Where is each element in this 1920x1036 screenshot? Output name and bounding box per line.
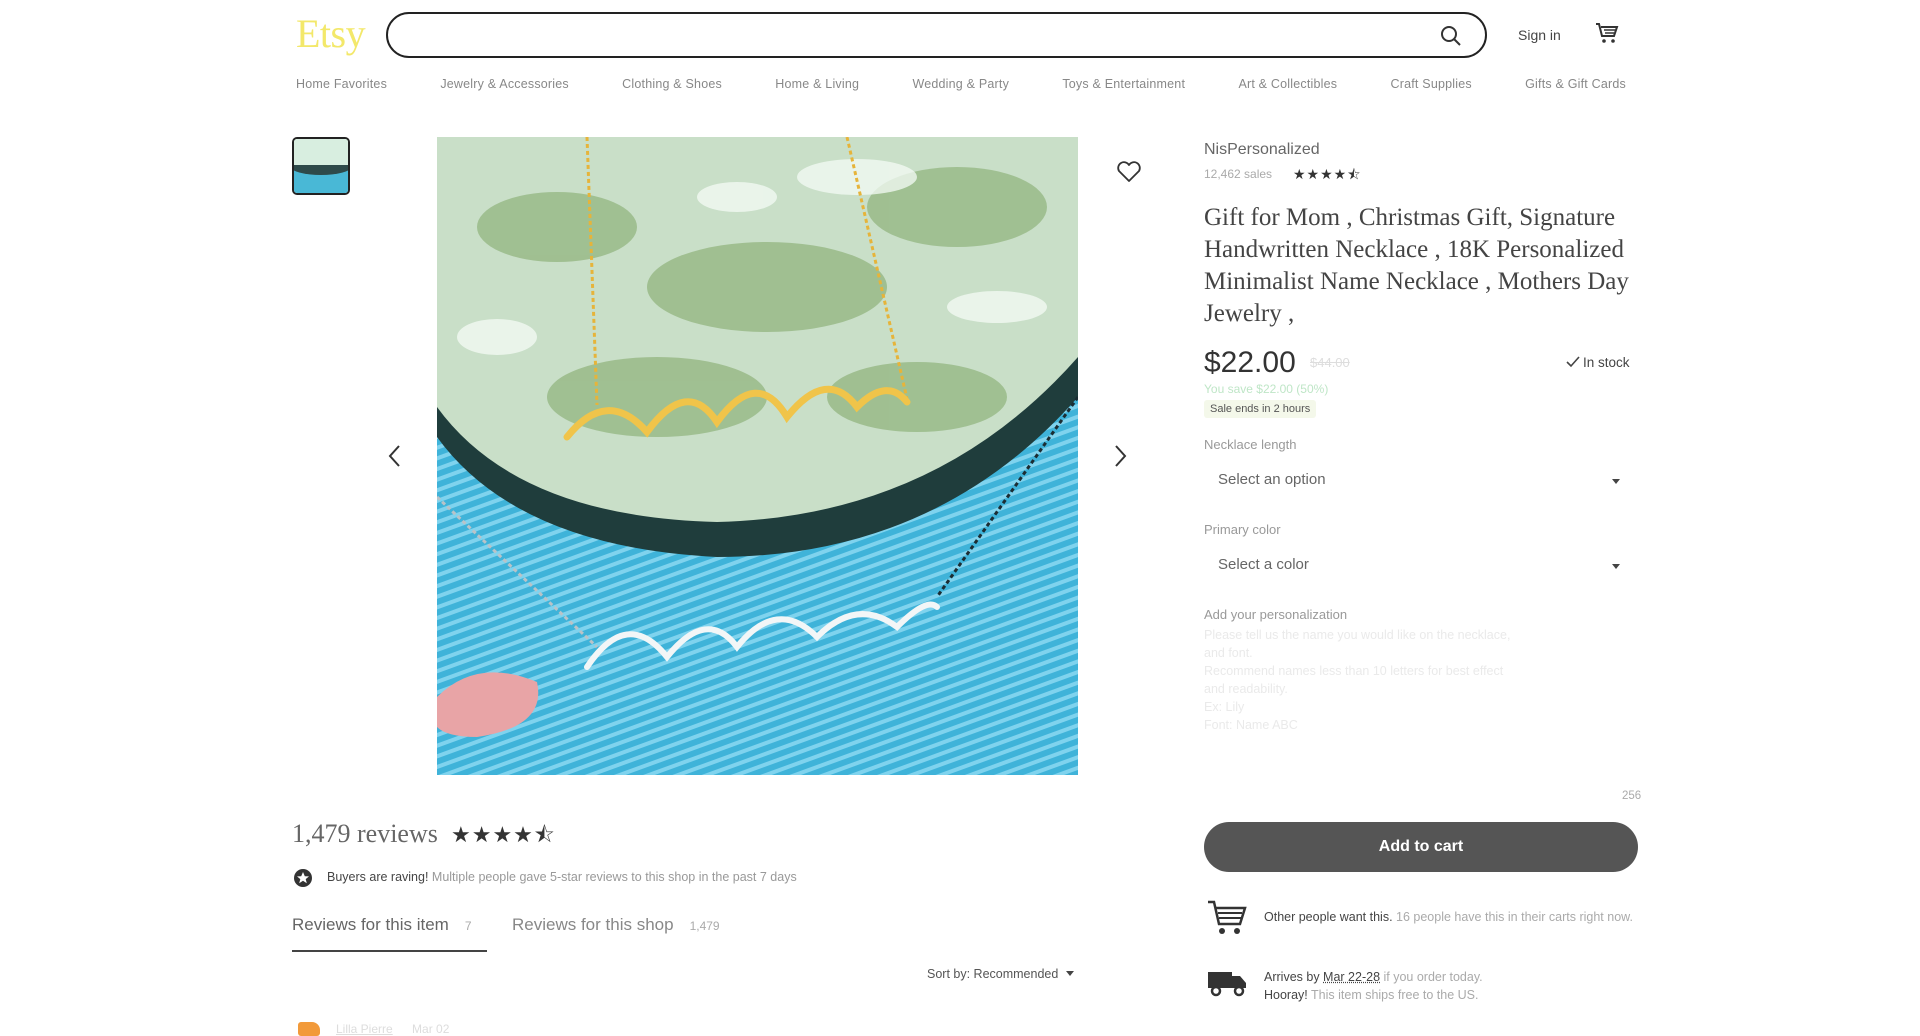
search-input[interactable] <box>408 22 1412 50</box>
raving-bold: Buyers are raving! <box>327 870 429 884</box>
nav-item-home-living[interactable]: Home & Living <box>775 77 859 91</box>
previous-image-arrow-icon[interactable] <box>385 443 405 469</box>
personalization-line: Recommend names less than 10 letters for… <box>1204 664 1504 678</box>
character-counter: 256 <box>1622 790 1642 802</box>
price: $22.00 <box>1204 346 1296 379</box>
favorite-heart-icon[interactable] <box>1116 160 1142 184</box>
primary-color-label: Primary color <box>1204 522 1281 537</box>
raving-text: Multiple people gave 5-star reviews to t… <box>428 870 797 884</box>
search-icon[interactable] <box>1439 24 1463 48</box>
reviews-rating-stars: ★★★★⯪ <box>451 822 556 847</box>
primary-color-value: Select a color <box>1218 556 1309 573</box>
sale-badge: Sale ends in 2 hours <box>1204 400 1317 418</box>
tab-reviews-item[interactable]: Reviews for this item 7 <box>292 915 472 935</box>
buyers-raving-note: Buyers are raving! Multiple people gave … <box>327 870 797 884</box>
personalization-line: and font. <box>1204 646 1253 660</box>
nav-item-art[interactable]: Art & Collectibles <box>1238 77 1337 91</box>
dropdown-caret-icon <box>1066 971 1075 976</box>
dropdown-caret-icon <box>1612 479 1620 484</box>
cart-icon[interactable] <box>1595 22 1619 44</box>
delivery-info: Arrives by Mar 22-28 if you order today.… <box>1264 968 1644 1004</box>
image-thumbnail[interactable] <box>292 137 350 195</box>
nav-item-toys[interactable]: Toys & Entertainment <box>1062 77 1185 91</box>
cart-demand-icon <box>1208 900 1247 934</box>
tab-reviews-shop-label: Reviews for this shop <box>512 915 674 934</box>
demand-bold: Other people want this. <box>1264 910 1393 924</box>
checkmark-icon <box>1566 356 1580 368</box>
star-badge-icon <box>294 869 312 887</box>
shop-sales-count: 12,462 sales <box>1204 167 1273 181</box>
demand-info: Other people want this. 16 people have t… <box>1264 908 1644 926</box>
product-image[interactable] <box>437 137 1078 775</box>
personalization-label: Add your personalization <box>1204 607 1348 622</box>
etsy-logo[interactable]: Etsy <box>296 10 366 57</box>
shop-rating-stars[interactable]: ★★★★⯪ <box>1293 164 1361 188</box>
nav-item-wedding[interactable]: Wedding & Party <box>912 77 1009 91</box>
nav-item-jewelry[interactable]: Jewelry & Accessories <box>440 77 569 91</box>
arrives-date[interactable]: Mar 22-28 <box>1323 970 1380 984</box>
active-tab-underline <box>292 950 487 952</box>
reviewer-name[interactable]: Lilla Pierre <box>336 1022 393 1036</box>
personalization-line: Font: Name ABC <box>1204 718 1298 732</box>
tab-reviews-shop[interactable]: Reviews for this shop 1,479 <box>512 915 720 935</box>
arrives-suffix: if you order today. <box>1380 970 1483 984</box>
shipping-text: This item ships free to the US. <box>1307 988 1479 1002</box>
search-bar[interactable] <box>386 12 1487 58</box>
listing-title: Gift for Mom , Christmas Gift, Signature… <box>1204 204 1629 327</box>
tab-reviews-item-label: Reviews for this item <box>292 915 449 934</box>
nav-item-gifts[interactable]: Gifts & Gift Cards <box>1525 77 1626 91</box>
nav-item-home-favorites[interactable]: Home Favorites <box>296 77 387 91</box>
sort-label: Sort by: Recommended <box>927 967 1059 981</box>
savings-text: You save $22.00 (50%) <box>1204 382 1329 396</box>
personalization-line: Ex: Lily <box>1204 700 1245 714</box>
add-to-cart-button[interactable]: Add to cart <box>1204 822 1638 872</box>
reviewer-avatar <box>298 1022 320 1036</box>
reviewer-info: Lilla Pierre Mar 02 <box>336 1022 449 1036</box>
category-nav: Home Favorites Jewelry & Accessories Clo… <box>296 77 1626 91</box>
delivery-truck-icon <box>1208 972 1246 997</box>
stock-status: In stock <box>1566 355 1630 370</box>
sort-dropdown[interactable]: Sort by: Recommended <box>927 967 1075 981</box>
necklace-length-select[interactable]: Select an option <box>1204 461 1638 505</box>
necklace-length-value: Select an option <box>1218 471 1326 488</box>
shipping-bold: Hooray! <box>1264 988 1308 1002</box>
personalization-line: and readability. <box>1204 682 1288 696</box>
personalization-line: Please tell us the name you would like o… <box>1204 628 1511 642</box>
primary-color-select[interactable]: Select a color <box>1204 546 1638 590</box>
review-date: Mar 02 <box>412 1022 450 1036</box>
nav-item-craft[interactable]: Craft Supplies <box>1391 77 1472 91</box>
dropdown-caret-icon <box>1612 564 1620 569</box>
tab-reviews-item-count: 7 <box>464 919 472 933</box>
original-price: $44.00 <box>1310 355 1350 370</box>
personalization-instructions: Please tell us the name you would like o… <box>1204 626 1634 734</box>
nav-item-clothing[interactable]: Clothing & Shoes <box>622 77 722 91</box>
arrives-prefix: Arrives by <box>1264 970 1324 984</box>
necklace-length-label: Necklace length <box>1204 437 1297 452</box>
tab-reviews-shop-count: 1,479 <box>689 919 720 933</box>
sign-in-link[interactable]: Sign in <box>1518 27 1561 43</box>
reviews-count-title: 1,479 reviews <box>292 819 438 848</box>
next-image-arrow-icon[interactable] <box>1110 443 1130 469</box>
shop-name-link[interactable]: NisPersonalized <box>1204 141 1320 159</box>
demand-text: 16 people have this in their carts right… <box>1392 910 1633 924</box>
stock-text: In stock <box>1583 355 1630 370</box>
